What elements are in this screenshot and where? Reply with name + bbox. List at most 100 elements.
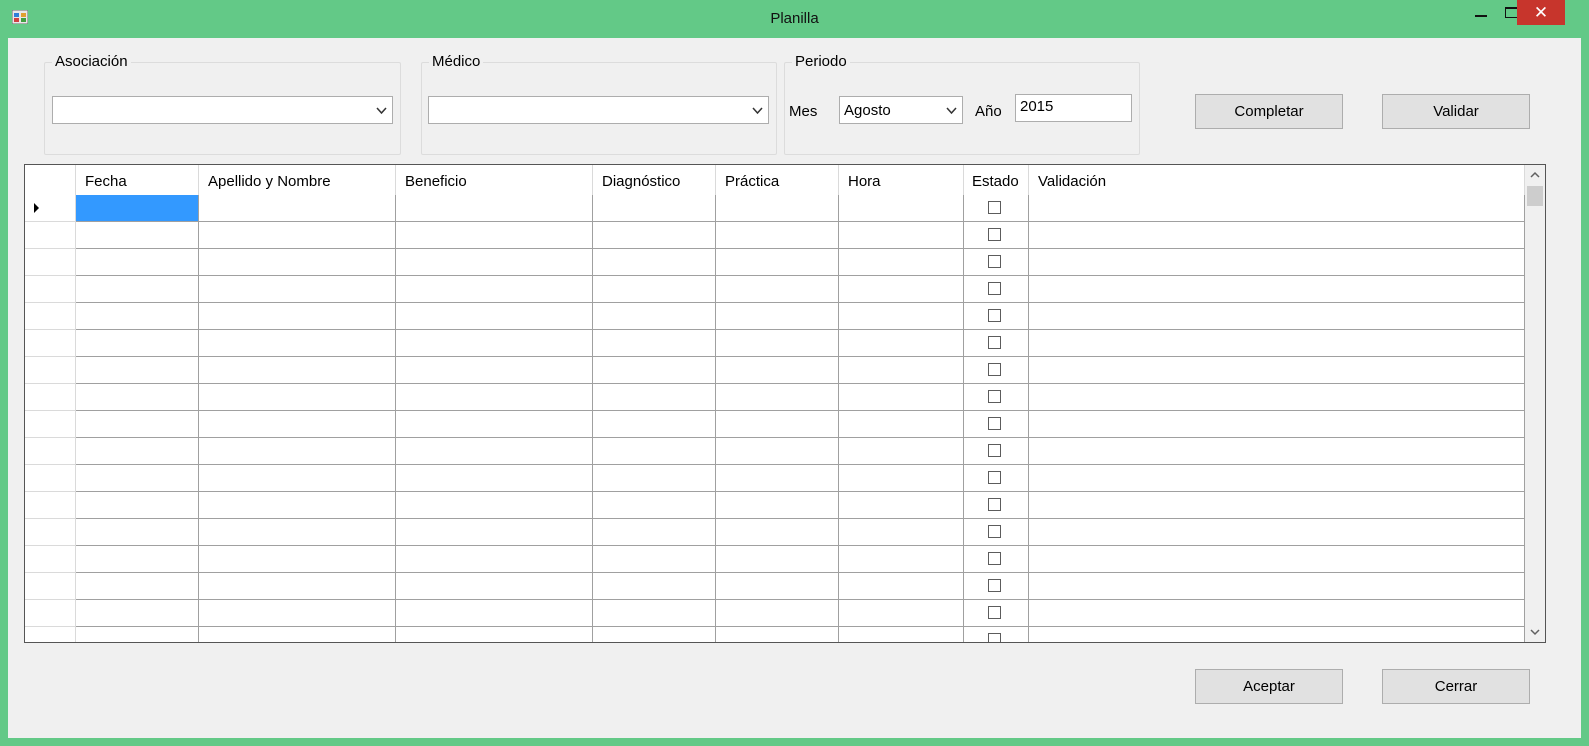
- cell-validacion[interactable]: [1029, 249, 1525, 276]
- cell-validacion[interactable]: [1029, 492, 1525, 519]
- estado-checkbox[interactable]: [988, 282, 1001, 295]
- row-header[interactable]: [25, 249, 76, 276]
- cell-apellido-y-nombre[interactable]: [199, 330, 396, 357]
- estado-checkbox[interactable]: [988, 417, 1001, 430]
- cell-practica[interactable]: [716, 492, 839, 519]
- cell-fecha[interactable]: [76, 249, 199, 276]
- cell-validacion[interactable]: [1029, 546, 1525, 573]
- cell-beneficio[interactable]: [396, 276, 593, 303]
- cell-apellido-y-nombre[interactable]: [199, 492, 396, 519]
- cell-fecha[interactable]: [76, 627, 199, 642]
- cell-validacion[interactable]: [1029, 465, 1525, 492]
- cell-estado[interactable]: [964, 438, 1029, 465]
- cell-estado[interactable]: [964, 384, 1029, 411]
- cell-estado[interactable]: [964, 573, 1029, 600]
- cell-validacion[interactable]: [1029, 195, 1525, 222]
- cell-estado[interactable]: [964, 411, 1029, 438]
- cell-estado[interactable]: [964, 546, 1029, 573]
- cell-fecha[interactable]: [76, 519, 199, 546]
- cell-hora[interactable]: [839, 546, 964, 573]
- cell-fecha[interactable]: [76, 492, 199, 519]
- row-header[interactable]: [25, 600, 76, 627]
- cell-hora[interactable]: [839, 627, 964, 642]
- table-row[interactable]: [25, 546, 1525, 573]
- table-row[interactable]: [25, 384, 1525, 411]
- cell-hora[interactable]: [839, 249, 964, 276]
- cell-diagnostico[interactable]: [593, 222, 716, 249]
- cell-validacion[interactable]: [1029, 357, 1525, 384]
- cell-practica[interactable]: [716, 384, 839, 411]
- minimize-button[interactable]: [1466, 0, 1496, 25]
- cell-validacion[interactable]: [1029, 411, 1525, 438]
- estado-checkbox[interactable]: [988, 579, 1001, 592]
- estado-checkbox[interactable]: [988, 633, 1001, 642]
- cell-apellido-y-nombre[interactable]: [199, 438, 396, 465]
- mes-combobox[interactable]: Agosto: [839, 96, 963, 124]
- cell-beneficio[interactable]: [396, 411, 593, 438]
- cell-beneficio[interactable]: [396, 222, 593, 249]
- table-row[interactable]: [25, 195, 1525, 222]
- cell-estado[interactable]: [964, 276, 1029, 303]
- cell-hora[interactable]: [839, 600, 964, 627]
- estado-checkbox[interactable]: [988, 444, 1001, 457]
- cell-hora[interactable]: [839, 276, 964, 303]
- estado-checkbox[interactable]: [988, 552, 1001, 565]
- table-row[interactable]: [25, 222, 1525, 249]
- cell-fecha[interactable]: [76, 546, 199, 573]
- cell-practica[interactable]: [716, 303, 839, 330]
- cell-beneficio[interactable]: [396, 330, 593, 357]
- row-header[interactable]: [25, 384, 76, 411]
- cell-apellido-y-nombre[interactable]: [199, 195, 396, 222]
- cell-fecha[interactable]: [76, 303, 199, 330]
- table-row[interactable]: [25, 465, 1525, 492]
- cell-practica[interactable]: [716, 411, 839, 438]
- table-row[interactable]: [25, 573, 1525, 600]
- row-header[interactable]: [25, 195, 76, 222]
- cell-fecha[interactable]: [76, 600, 199, 627]
- row-header-corner[interactable]: [25, 165, 76, 195]
- cell-diagnostico[interactable]: [593, 600, 716, 627]
- estado-checkbox[interactable]: [988, 201, 1001, 214]
- cell-practica[interactable]: [716, 222, 839, 249]
- cell-fecha[interactable]: [76, 438, 199, 465]
- cell-estado[interactable]: [964, 600, 1029, 627]
- cell-diagnostico[interactable]: [593, 438, 716, 465]
- cell-diagnostico[interactable]: [593, 330, 716, 357]
- cell-fecha[interactable]: [76, 222, 199, 249]
- cell-diagnostico[interactable]: [593, 276, 716, 303]
- table-row[interactable]: [25, 600, 1525, 627]
- estado-checkbox[interactable]: [988, 525, 1001, 538]
- cell-estado[interactable]: [964, 249, 1029, 276]
- cell-practica[interactable]: [716, 249, 839, 276]
- cell-estado[interactable]: [964, 357, 1029, 384]
- cell-hora[interactable]: [839, 465, 964, 492]
- table-row[interactable]: [25, 411, 1525, 438]
- cell-diagnostico[interactable]: [593, 195, 716, 222]
- table-row[interactable]: [25, 276, 1525, 303]
- cell-beneficio[interactable]: [396, 465, 593, 492]
- column-header-apellido-y-nombre[interactable]: Apellido y Nombre: [199, 165, 396, 195]
- cell-beneficio[interactable]: [396, 249, 593, 276]
- scroll-up-button[interactable]: [1525, 165, 1545, 185]
- cell-hora[interactable]: [839, 438, 964, 465]
- row-header[interactable]: [25, 519, 76, 546]
- cell-fecha[interactable]: [76, 465, 199, 492]
- column-header-hora[interactable]: Hora: [839, 165, 964, 195]
- cell-apellido-y-nombre[interactable]: [199, 627, 396, 642]
- cell-diagnostico[interactable]: [593, 546, 716, 573]
- data-grid[interactable]: Fecha Apellido y Nombre Beneficio Diagnó…: [24, 164, 1546, 643]
- cell-diagnostico[interactable]: [593, 303, 716, 330]
- row-header[interactable]: [25, 222, 76, 249]
- cell-apellido-y-nombre[interactable]: [199, 249, 396, 276]
- cell-practica[interactable]: [716, 195, 839, 222]
- cell-validacion[interactable]: [1029, 573, 1525, 600]
- completar-button[interactable]: Completar: [1195, 94, 1343, 129]
- cell-apellido-y-nombre[interactable]: [199, 573, 396, 600]
- cell-apellido-y-nombre[interactable]: [199, 357, 396, 384]
- close-button[interactable]: ✕: [1517, 0, 1565, 25]
- cell-hora[interactable]: [839, 195, 964, 222]
- row-header[interactable]: [25, 303, 76, 330]
- scroll-thumb[interactable]: [1527, 186, 1543, 206]
- table-row[interactable]: [25, 303, 1525, 330]
- estado-checkbox[interactable]: [988, 228, 1001, 241]
